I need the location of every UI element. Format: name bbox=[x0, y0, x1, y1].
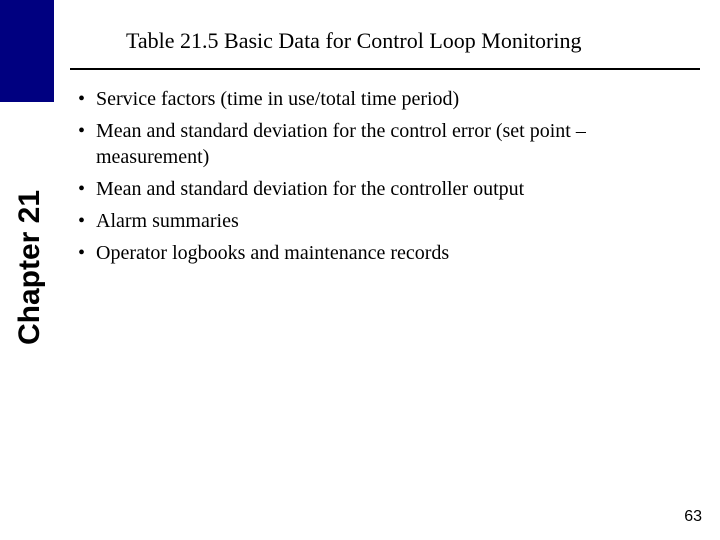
list-item: Mean and standard deviation for the cont… bbox=[78, 118, 698, 170]
title-underline bbox=[70, 68, 700, 70]
list-item: Service factors (time in use/total time … bbox=[78, 86, 698, 112]
list-item: Mean and standard deviation for the cont… bbox=[78, 176, 698, 202]
chapter-label: Chapter 21 bbox=[13, 190, 47, 345]
list-item: Operator logbooks and maintenance record… bbox=[78, 240, 698, 266]
sidebar-color-block bbox=[0, 0, 54, 102]
list-item: Alarm summaries bbox=[78, 208, 698, 234]
bullet-list: Service factors (time in use/total time … bbox=[78, 86, 698, 272]
table-title: Table 21.5 Basic Data for Control Loop M… bbox=[126, 28, 582, 54]
page-number: 63 bbox=[684, 508, 702, 526]
